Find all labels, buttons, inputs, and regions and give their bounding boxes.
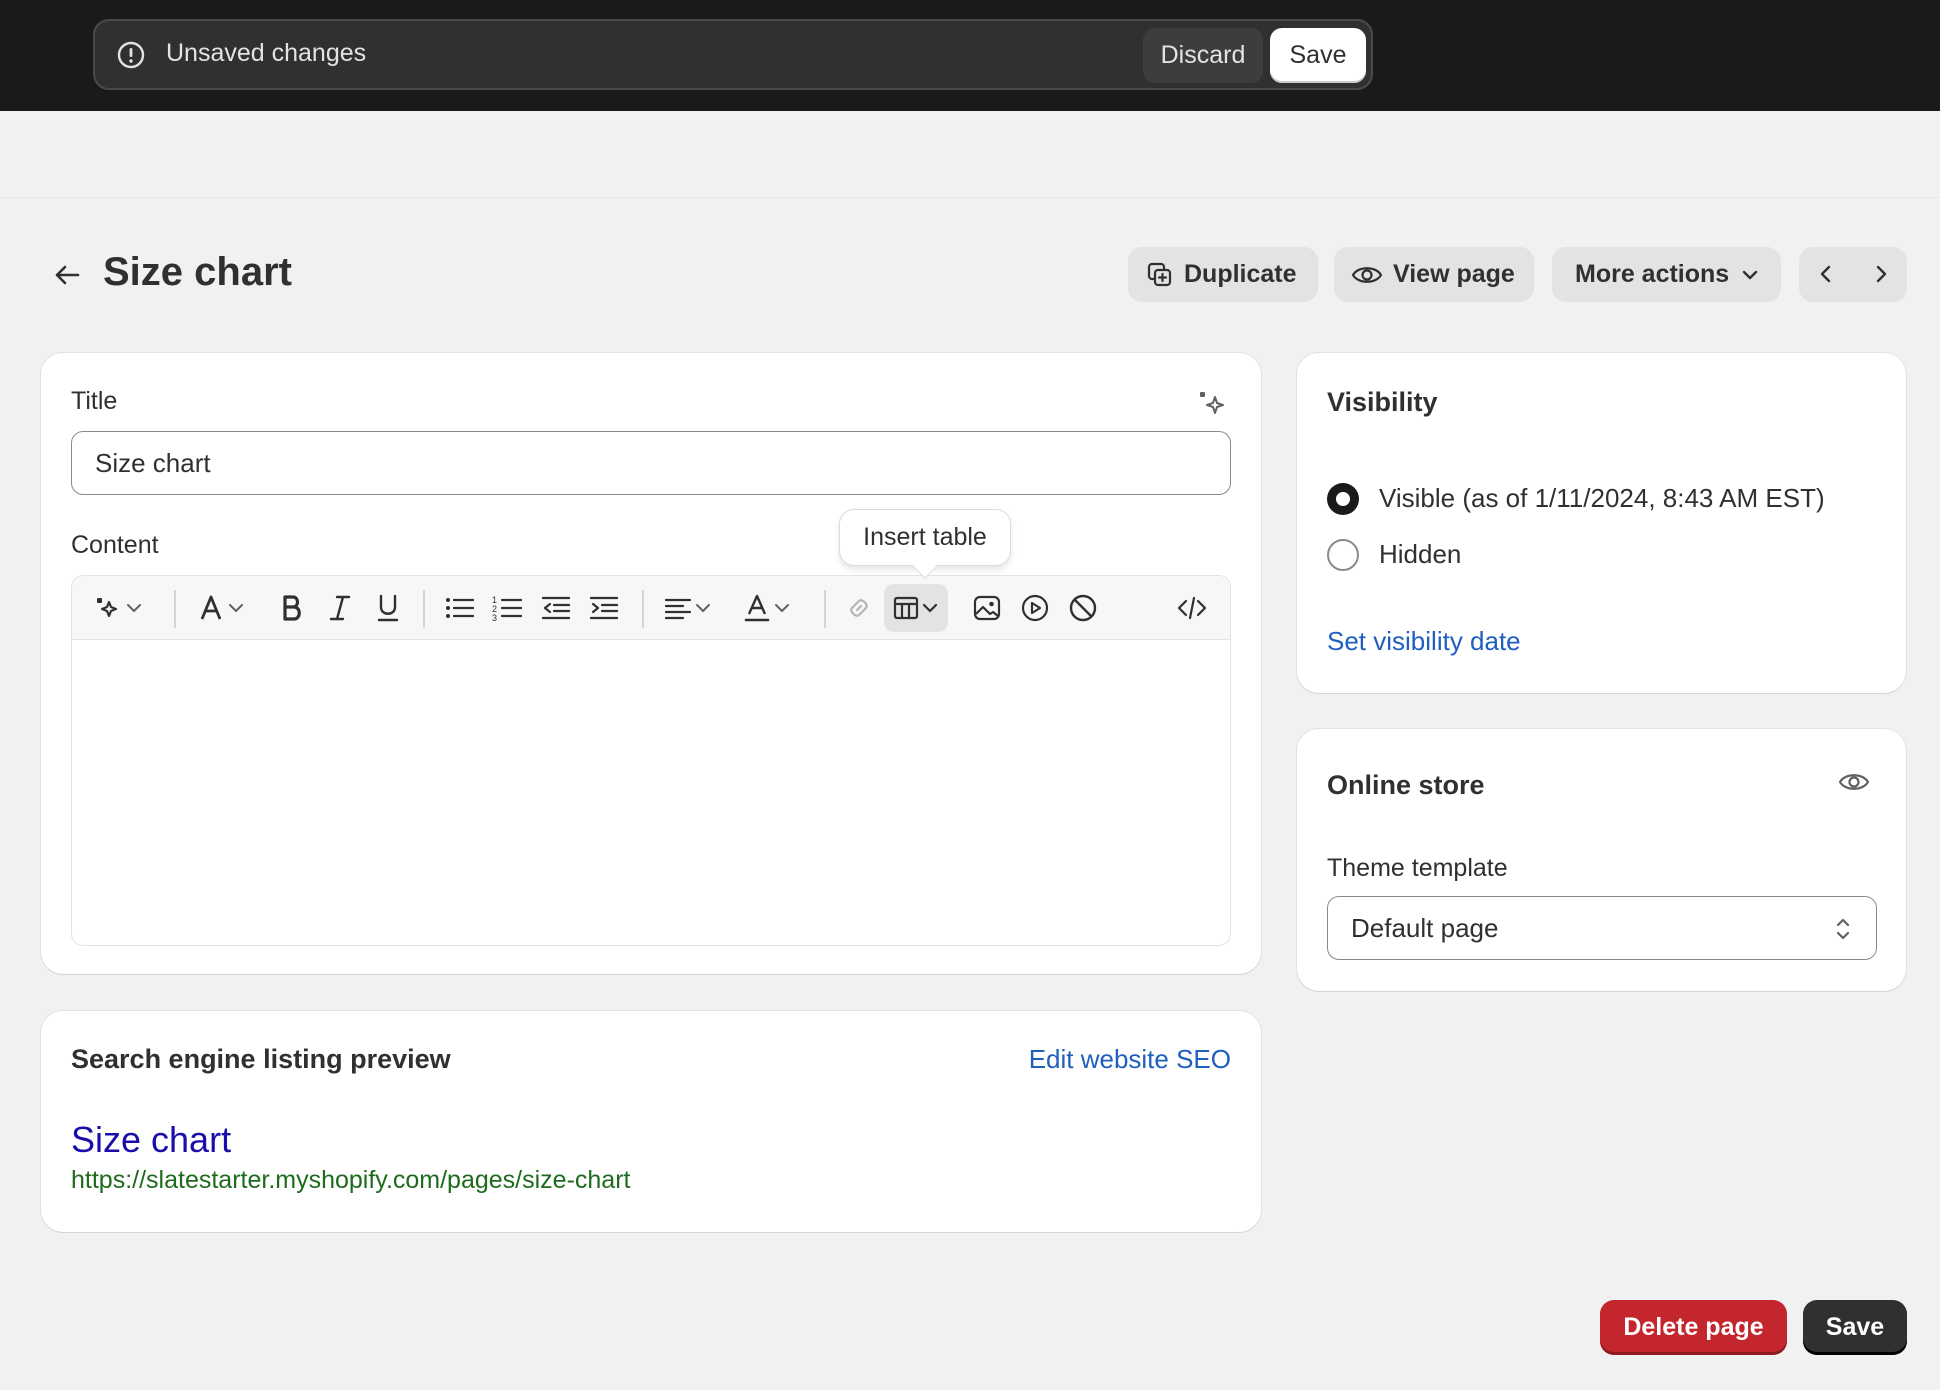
- chevron-right-icon[interactable]: [1867, 260, 1895, 288]
- video-icon: [1021, 594, 1049, 622]
- text-color-icon: [744, 594, 770, 622]
- rich-text-editor[interactable]: 1 2 3: [71, 575, 1231, 946]
- eye-icon[interactable]: [1837, 765, 1871, 799]
- insert-table-button[interactable]: [884, 584, 948, 632]
- seo-preview-card: Search engine listing preview Edit websi…: [41, 1011, 1261, 1232]
- svg-text:3: 3: [492, 613, 497, 623]
- numbered-list-button[interactable]: 1 2 3: [492, 590, 524, 626]
- clear-format-icon: [1069, 594, 1097, 622]
- theme-template-value: Default page: [1351, 912, 1499, 943]
- align-icon: [664, 598, 692, 620]
- outdent-icon: [541, 596, 571, 620]
- select-arrows-icon: [1836, 918, 1850, 940]
- link-button[interactable]: [844, 590, 874, 626]
- seo-preview-url: https://slatestarter.myshopify.com/pages…: [71, 1166, 631, 1194]
- content-label: Content: [71, 531, 159, 559]
- chevron-down-icon: [775, 604, 789, 613]
- unsaved-message: Unsaved changes: [166, 39, 367, 67]
- more-actions-button[interactable]: More actions: [1552, 247, 1781, 302]
- pagination: [1799, 247, 1907, 302]
- unsaved-changes-bar: Unsaved changes Discard Save: [93, 19, 1373, 90]
- underline-icon: [377, 594, 399, 622]
- delete-page-button[interactable]: Delete page: [1600, 1300, 1787, 1355]
- italic-icon: [329, 595, 351, 621]
- source-code-button[interactable]: [1176, 590, 1208, 626]
- insert-table-tooltip: Insert table: [840, 510, 1010, 565]
- visible-label: Visible (as of 1/11/2024, 8:43 AM EST): [1379, 483, 1825, 513]
- magic-dropdown[interactable]: [94, 590, 144, 626]
- code-icon: [1177, 596, 1207, 620]
- page-content-card: Title Size chart Content 1 2 3: [41, 353, 1261, 974]
- visibility-heading: Visibility: [1327, 387, 1438, 417]
- eye-icon: [1351, 266, 1383, 283]
- underline-button[interactable]: [374, 590, 402, 626]
- hidden-radio[interactable]: [1327, 539, 1359, 571]
- numbered-list-icon: 1 2 3: [492, 595, 523, 623]
- bullet-list-icon: [446, 598, 475, 618]
- save-button-top[interactable]: Save: [1270, 28, 1366, 83]
- italic-button[interactable]: [327, 590, 353, 626]
- online-store-card: Online store Theme template Default page: [1297, 729, 1906, 991]
- text-color-dropdown[interactable]: [742, 590, 792, 626]
- indent-icon: [589, 596, 619, 620]
- chevron-down-icon: [127, 604, 141, 613]
- font-icon: [200, 595, 222, 620]
- page-title: Size chart: [103, 250, 292, 294]
- theme-template-select[interactable]: Default page: [1327, 896, 1877, 960]
- clear-formatting-button[interactable]: [1068, 590, 1098, 626]
- online-store-heading: Online store: [1327, 770, 1485, 800]
- insert-image-button[interactable]: [972, 590, 1002, 626]
- chevron-down-icon: [1743, 270, 1758, 279]
- toolbar-divider: [642, 590, 644, 628]
- chevron-down-icon: [696, 604, 710, 613]
- arrow-left-icon[interactable]: [50, 258, 84, 292]
- link-icon: [850, 599, 868, 617]
- hidden-label: Hidden: [1379, 539, 1462, 569]
- visible-radio[interactable]: [1327, 483, 1359, 515]
- image-icon: [973, 595, 1001, 621]
- set-visibility-date-link[interactable]: Set visibility date: [1327, 626, 1521, 657]
- chevron-down-icon: [229, 604, 243, 613]
- title-label: Title: [71, 387, 118, 415]
- title-input[interactable]: Size chart: [71, 431, 1231, 495]
- table-icon: [893, 596, 919, 620]
- bold-button[interactable]: [279, 590, 305, 626]
- chevron-left-icon[interactable]: [1812, 260, 1840, 288]
- visibility-card: Visibility Visible (as of 1/11/2024, 8:4…: [1297, 353, 1906, 693]
- insert-video-button[interactable]: [1020, 590, 1050, 626]
- edit-seo-link[interactable]: Edit website SEO: [1029, 1044, 1231, 1075]
- toolbar-divider: [174, 590, 176, 628]
- duplicate-button[interactable]: Duplicate: [1128, 247, 1318, 302]
- duplicate-label: Duplicate: [1184, 260, 1297, 288]
- magic-icon: [97, 598, 118, 618]
- divider: [0, 197, 1940, 198]
- editor-toolbar: 1 2 3: [72, 576, 1230, 640]
- save-button-bottom[interactable]: Save: [1803, 1300, 1907, 1355]
- theme-template-label: Theme template: [1327, 854, 1508, 882]
- font-dropdown[interactable]: [196, 590, 246, 626]
- indent-button[interactable]: [588, 590, 620, 626]
- magic-icon[interactable]: [1197, 389, 1227, 419]
- seo-heading: Search engine listing preview: [71, 1044, 451, 1074]
- view-page-label: View page: [1393, 260, 1515, 288]
- seo-preview-title: Size chart: [71, 1119, 232, 1160]
- view-page-button[interactable]: View page: [1334, 247, 1534, 302]
- duplicate-icon: [1147, 262, 1172, 286]
- bullet-list-button[interactable]: [444, 590, 476, 626]
- align-dropdown[interactable]: [663, 590, 713, 626]
- toolbar-divider: [824, 590, 826, 628]
- toolbar-divider: [423, 590, 425, 628]
- more-actions-label: More actions: [1575, 260, 1730, 288]
- top-bar: Unsaved changes Discard Save: [0, 0, 1940, 111]
- bold-icon: [283, 595, 301, 621]
- outdent-button[interactable]: [540, 590, 572, 626]
- alert-icon: [117, 41, 145, 69]
- discard-button[interactable]: Discard: [1143, 28, 1263, 83]
- chevron-down-icon: [922, 603, 938, 613]
